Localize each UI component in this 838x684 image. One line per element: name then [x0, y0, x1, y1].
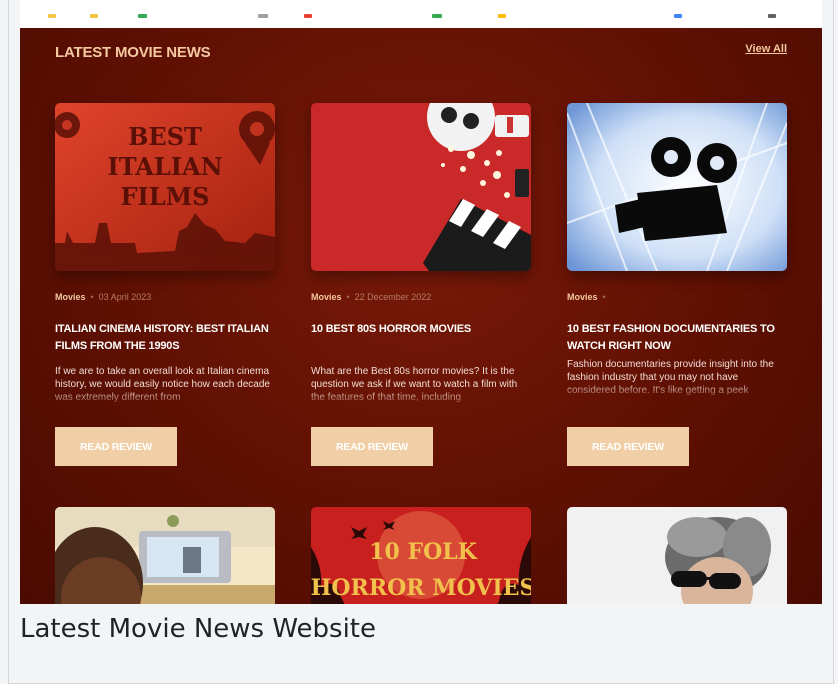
card-title[interactable]: 10 Best 80s Horror Movies — [311, 321, 531, 355]
read-review-button[interactable]: Read Review — [311, 427, 433, 466]
thumb-text-line: HORROR MOVIES — [311, 575, 531, 601]
card-thumbnail-horror-80s[interactable] — [311, 103, 531, 271]
read-review-button[interactable]: Read Review — [567, 427, 689, 466]
card-date: 03 April 2023 — [98, 292, 152, 302]
card-thumbnail-portrait[interactable] — [567, 507, 787, 604]
read-review-button[interactable]: Read Review — [55, 427, 177, 466]
card-thumbnail-tv-viewer[interactable] — [55, 507, 275, 604]
meta-separator: • — [602, 292, 606, 302]
card-date: 22 December 2022 — [354, 292, 432, 302]
thumb-text-line: ITALIAN — [107, 152, 222, 181]
section-title: LATEST MOVIE NEWS — [55, 44, 211, 61]
news-card: Movies • 22 December 2022 10 Best 80s Horr… — [311, 103, 531, 466]
card-category[interactable]: Movies — [55, 292, 86, 302]
image-caption: Latest Movie News Website — [20, 614, 376, 644]
card-title[interactable]: Italian Cinema History: Best Italian Fil… — [55, 321, 275, 355]
news-section: LATEST MOVIE NEWS View All BEST ITALIAN … — [20, 28, 822, 604]
card-meta: Movies • 03 April 2023 — [55, 292, 275, 303]
card-title[interactable]: 10 Best Fashion Documentaries to Watch R… — [567, 321, 787, 355]
card-excerpt: Fashion documentaries provide insight in… — [567, 359, 774, 396]
meta-separator: • — [90, 292, 94, 302]
card-thumbnail-fashion-docs[interactable] — [567, 103, 787, 271]
view-all-link[interactable]: View All — [745, 43, 787, 55]
card-thumbnail-folk-horror[interactable]: 10 FOLK HORROR MOVIES — [311, 507, 531, 604]
thumb-text-line: BEST — [128, 122, 202, 151]
card-meta: Movies • — [567, 292, 787, 303]
card-excerpt: If we are to take an overall look at Ita… — [55, 366, 270, 403]
meta-separator: • — [346, 292, 350, 302]
news-card: BEST ITALIAN FILMS Movies • 03 April 2023 … — [55, 103, 275, 466]
card-category[interactable]: Movies — [311, 292, 342, 302]
card-excerpt: What are the Best 80s horror movies? It … — [311, 366, 518, 403]
news-card: Movies • 10 Best Fashion Documentaries to… — [567, 103, 787, 466]
card-category[interactable]: Movies — [567, 292, 598, 302]
thumb-text-line: 10 FOLK — [369, 539, 478, 565]
browser-bookmark-strip — [20, 0, 822, 28]
thumb-text-line: FILMS — [120, 182, 209, 211]
card-meta: Movies • 22 December 2022 — [311, 292, 531, 303]
card-thumbnail-italian-films[interactable]: BEST ITALIAN FILMS — [55, 103, 275, 271]
